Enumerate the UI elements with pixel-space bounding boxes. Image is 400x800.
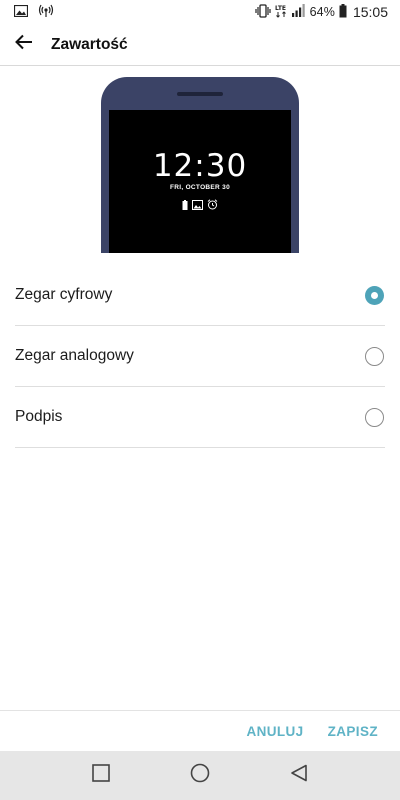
status-time: 15:05 <box>352 4 388 20</box>
battery-percent: 64% <box>309 5 335 19</box>
clock-style-options: Zegar cyfrowy Zegar analogowy Podpis <box>15 265 385 448</box>
vibrate-icon <box>255 3 271 21</box>
always-on-display-preview: 12:30 FRI, OCTOBER 30 <box>101 77 299 253</box>
radio-button[interactable] <box>365 346 384 366</box>
hotspot-icon <box>38 4 54 21</box>
page-title: Zawartość <box>51 35 128 53</box>
back-triangle-icon <box>290 764 308 787</box>
home-circle-icon <box>190 763 210 788</box>
arrow-left-icon <box>15 34 33 55</box>
radio-button-selected[interactable] <box>365 285 384 305</box>
preview-date: FRI, OCTOBER 30 <box>169 184 230 191</box>
home-button[interactable] <box>180 756 220 796</box>
option-analog-clock[interactable]: Zegar analogowy <box>15 326 385 387</box>
preview-screen: 12:30 FRI, OCTOBER 30 <box>109 110 291 253</box>
recents-button[interactable] <box>81 756 121 796</box>
battery-icon <box>339 3 347 21</box>
battery-icon <box>182 197 188 215</box>
phone-speaker <box>177 92 223 96</box>
status-bar: LTE 64% 15:05 <box>0 0 400 24</box>
option-label: Podpis <box>15 408 63 425</box>
option-signature[interactable]: Podpis <box>15 387 385 448</box>
option-label: Zegar analogowy <box>15 347 134 364</box>
back-button[interactable] <box>12 33 36 57</box>
recents-square-icon <box>92 764 111 787</box>
preview-icons <box>109 197 291 215</box>
option-digital-clock[interactable]: Zegar cyfrowy <box>15 265 385 326</box>
lte-icon: LTE <box>275 4 288 21</box>
save-button[interactable]: ZAPISZ <box>328 724 378 739</box>
gallery-icon <box>192 197 203 215</box>
cancel-button[interactable]: ANULUJ <box>246 724 303 739</box>
alarm-icon <box>207 197 218 215</box>
dialog-actions: ANULUJ ZAPISZ <box>0 710 400 751</box>
system-nav-bar <box>0 751 400 800</box>
radio-button[interactable] <box>365 407 384 427</box>
svg-text:LTE: LTE <box>275 5 286 12</box>
preview-clock: 12:30 <box>152 148 248 184</box>
back-nav-button[interactable] <box>279 756 319 796</box>
gallery-icon <box>13 4 29 20</box>
signal-icon <box>291 4 306 20</box>
option-label: Zegar cyfrowy <box>15 286 113 303</box>
app-bar: Zawartość <box>0 24 400 66</box>
